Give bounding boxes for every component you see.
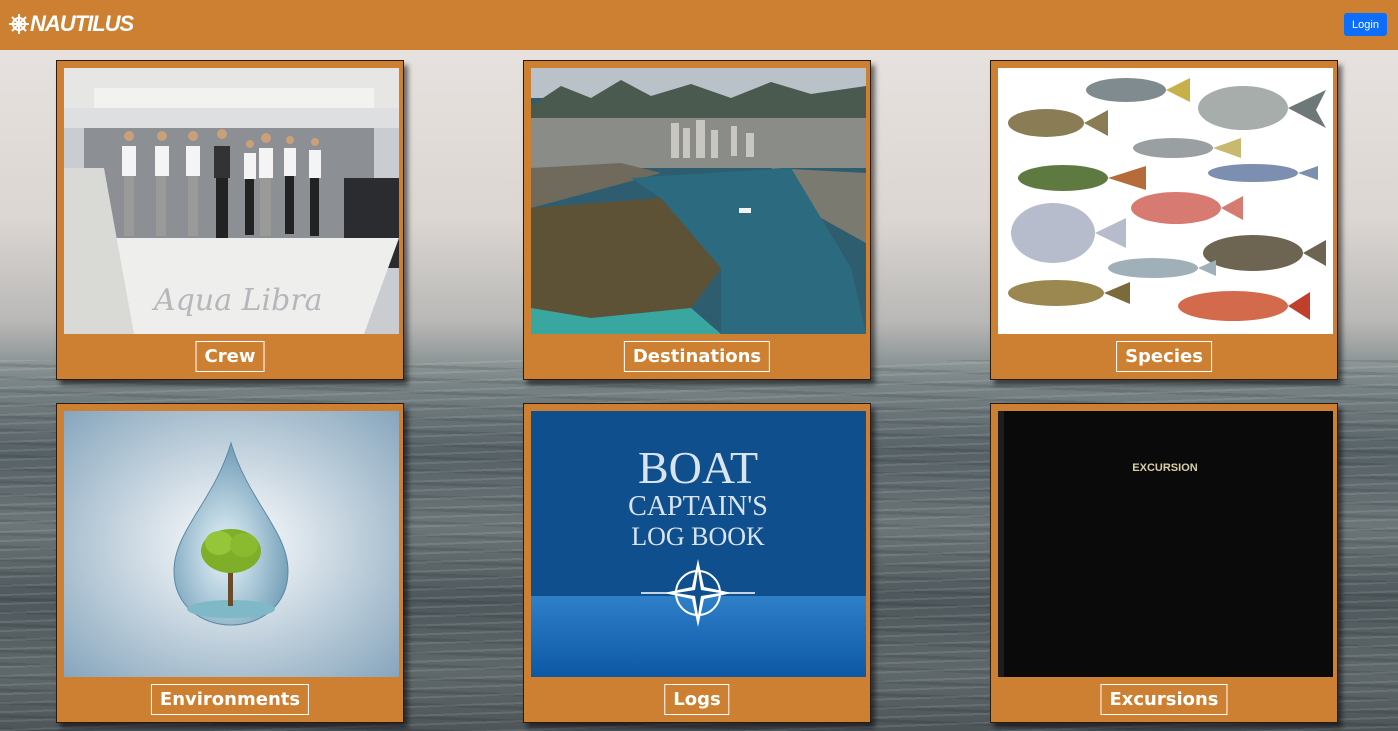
card-label-species[interactable]: Species (1116, 341, 1212, 372)
card-environments[interactable]: Environments (56, 403, 404, 723)
brand-logo[interactable]: NAUTILUS (8, 9, 134, 39)
login-button[interactable]: Login (1344, 13, 1387, 36)
navbar: NAUTILUS Login (0, 0, 1398, 50)
crew-yacht-name: Aqua Libra (151, 283, 323, 318)
card-destinations[interactable]: Destinations (523, 60, 871, 380)
card-label-excursions[interactable]: Excursions (1100, 684, 1228, 715)
card-label-crew[interactable]: Crew (195, 341, 265, 372)
excursion-cover-title: EXCURSION (1132, 462, 1197, 474)
card-crew[interactable]: Aqua Libra Crew (56, 60, 404, 380)
ship-wheel-icon (9, 14, 29, 34)
card-label-destinations[interactable]: Destinations (623, 341, 771, 372)
card-label-environments[interactable]: Environments (150, 684, 310, 715)
card-label-logs[interactable]: Logs (664, 684, 730, 715)
card-logs[interactable]: BOAT CAPTAIN'S LOG BOOK Logs (523, 403, 871, 723)
crew-photo: Aqua Libra (64, 68, 399, 334)
card-excursions[interactable]: EXCURSION Excursions (990, 403, 1338, 723)
excursion-book-cover: EXCURSION (998, 411, 1333, 677)
harbor-aerial-photo (531, 68, 866, 334)
logbook-title-line1: BOAT (638, 442, 758, 493)
water-drop-tree-image (64, 411, 399, 677)
brand-text: NAUTILUS (30, 11, 134, 36)
logbook-title-line2: CAPTAIN'S (628, 491, 768, 522)
card-species[interactable]: Species (990, 60, 1338, 380)
logbook-title-line3: LOG BOOK (631, 522, 765, 551)
log-book-cover: BOAT CAPTAIN'S LOG BOOK (531, 411, 866, 677)
fish-species-illustration (998, 68, 1333, 334)
